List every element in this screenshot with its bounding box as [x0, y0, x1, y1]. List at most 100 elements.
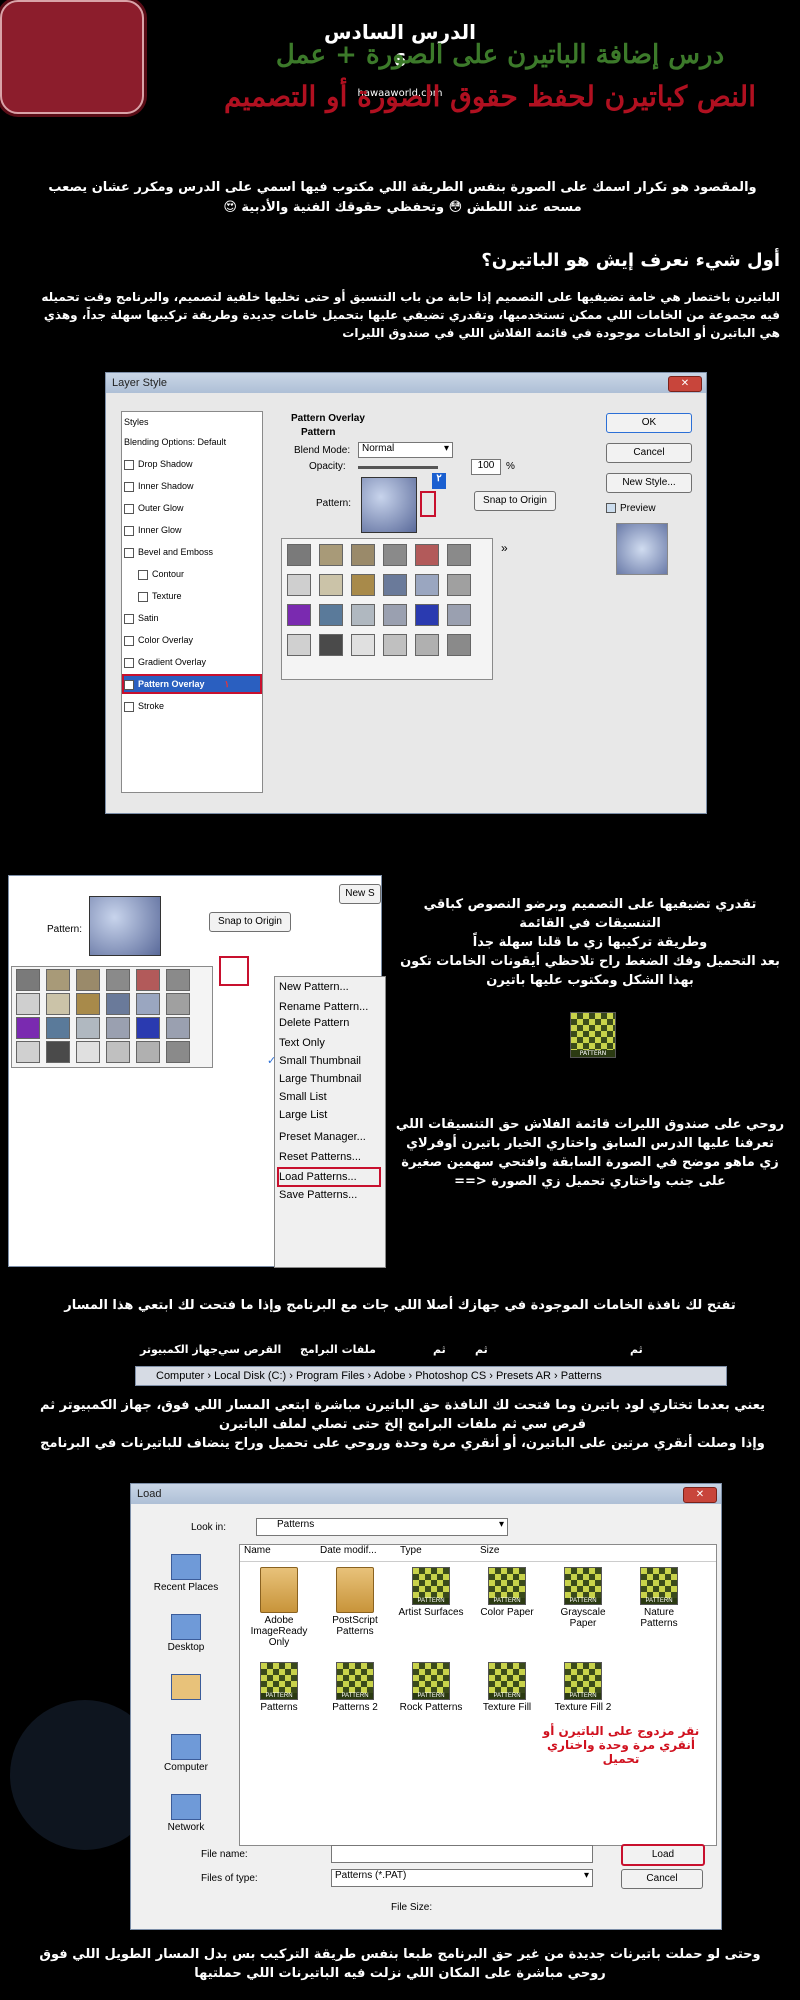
crop-pattern-preview[interactable] — [89, 896, 161, 956]
pattern-swatch[interactable] — [46, 993, 70, 1015]
pattern-swatch[interactable] — [351, 574, 375, 596]
style-inner-shadow[interactable]: Inner Shadow — [124, 478, 194, 494]
desktop[interactable]: Desktop — [146, 1614, 226, 1653]
pattern-swatch[interactable] — [415, 544, 439, 566]
file-item[interactable]: PATTERN Color Paper — [472, 1567, 542, 1618]
close-button[interactable]: ✕ — [668, 376, 702, 392]
path-segment[interactable]: Patterns — [561, 1370, 602, 1382]
pattern-swatch[interactable] — [166, 1017, 190, 1039]
file-item[interactable]: PATTERN Grayscale Paper — [548, 1567, 618, 1629]
blending-options[interactable]: Blending Options: Default — [124, 434, 226, 450]
snap-to-origin-button[interactable]: Snap to Origin — [474, 491, 556, 511]
file-item[interactable]: PATTERN Patterns — [244, 1662, 314, 1713]
crop-new-style-button[interactable]: New S — [339, 884, 381, 904]
new-style-button[interactable]: New Style... — [606, 473, 692, 493]
style-inner-glow[interactable]: Inner Glow — [124, 522, 182, 538]
menu-item[interactable]: Large List — [279, 1107, 327, 1123]
pattern-swatch[interactable] — [287, 604, 311, 626]
style-satin[interactable]: Satin — [124, 610, 159, 626]
pattern-swatch[interactable] — [319, 604, 343, 626]
menu-item[interactable]: Delete Pattern — [279, 1015, 349, 1031]
pattern-swatch[interactable] — [415, 604, 439, 626]
path-segment[interactable]: Presets AR — [496, 1370, 551, 1382]
path-segment[interactable]: Photoshop CS — [415, 1370, 486, 1382]
blend-select[interactable]: Normal ▾ — [358, 442, 453, 458]
pattern-swatch[interactable] — [46, 1017, 70, 1039]
close-button[interactable]: ✕ — [683, 1487, 717, 1503]
pattern-swatch[interactable] — [287, 574, 311, 596]
styles-header[interactable]: Styles — [124, 414, 149, 430]
pattern-swatch[interactable] — [136, 993, 160, 1015]
pattern-swatch[interactable] — [415, 634, 439, 656]
menu-item[interactable]: Text Only — [279, 1035, 325, 1051]
style-pattern-overlay[interactable]: Pattern Overlay ١ — [122, 674, 262, 694]
pattern-swatch[interactable] — [351, 634, 375, 656]
file-item[interactable]: Adobe ImageReady Only — [244, 1567, 314, 1648]
column-date[interactable]: Date modif... — [320, 1545, 377, 1556]
style-contour[interactable]: Contour — [138, 566, 184, 582]
pattern-swatch[interactable] — [383, 544, 407, 566]
style-outer-glow[interactable]: Outer Glow — [124, 500, 184, 516]
pattern-swatch[interactable] — [319, 544, 343, 566]
crop-more-button[interactable] — [219, 956, 249, 986]
pattern-swatch[interactable] — [383, 634, 407, 656]
pattern-swatch[interactable] — [16, 969, 40, 991]
pattern-swatch[interactable] — [287, 634, 311, 656]
pattern-swatch[interactable] — [76, 1017, 100, 1039]
path-segment[interactable]: Adobe — [374, 1370, 406, 1382]
preview-checkbox[interactable]: Preview — [606, 503, 656, 514]
address-bar[interactable]: Computer › Local Disk (C:) › Program Fil… — [135, 1366, 727, 1386]
pattern-swatch[interactable] — [106, 993, 130, 1015]
file-item[interactable]: PATTERN Artist Surfaces — [396, 1567, 466, 1618]
computer[interactable]: Computer — [146, 1734, 226, 1773]
pattern-swatch[interactable] — [319, 634, 343, 656]
menu-item[interactable]: Small List — [279, 1089, 327, 1105]
pattern-swatch[interactable] — [76, 1041, 100, 1063]
pattern-swatch[interactable] — [16, 993, 40, 1015]
path-segment[interactable]: Program Files — [296, 1370, 364, 1382]
style-color-overlay[interactable]: Color Overlay — [124, 632, 193, 648]
pattern-swatch[interactable] — [106, 969, 130, 991]
pattern-swatch[interactable] — [136, 969, 160, 991]
pattern-swatch[interactable] — [351, 604, 375, 626]
menu-item[interactable]: Rename Pattern... — [279, 999, 368, 1015]
pattern-swatch[interactable] — [447, 544, 471, 566]
path-segment[interactable]: Computer — [156, 1370, 204, 1382]
pattern-swatch[interactable] — [16, 1041, 40, 1063]
column-type[interactable]: Type — [400, 1545, 422, 1556]
file-item[interactable]: PATTERN Rock Patterns — [396, 1662, 466, 1713]
look-in-select[interactable]: Patterns ▾ — [256, 1518, 508, 1536]
cancel-button[interactable]: Cancel — [606, 443, 692, 463]
file-item[interactable]: PostScript Patterns — [320, 1567, 390, 1637]
pattern-swatch[interactable] — [76, 993, 100, 1015]
menu-item[interactable]: Reset Patterns... — [279, 1149, 361, 1165]
opacity-input[interactable]: 100 — [471, 459, 501, 475]
pattern-swatch[interactable] — [319, 574, 343, 596]
pattern-swatch[interactable] — [166, 969, 190, 991]
style-drop-shadow[interactable]: Drop Shadow — [124, 456, 193, 472]
column-name[interactable]: Name — [244, 1545, 271, 1556]
file-item[interactable]: PATTERN Patterns 2 — [320, 1662, 390, 1713]
pattern-swatch[interactable] — [447, 604, 471, 626]
file-type-select[interactable]: Patterns (*.PAT) ▾ — [331, 1869, 593, 1887]
pattern-swatch[interactable] — [447, 574, 471, 596]
more-options-button[interactable]: » — [501, 541, 508, 555]
menu-item[interactable]: Save Patterns... — [279, 1187, 357, 1203]
menu-item[interactable]: Load Patterns... — [277, 1167, 381, 1187]
pattern-preview[interactable] — [361, 477, 417, 533]
path-segment[interactable]: Local Disk (C:) — [214, 1370, 286, 1382]
style-stroke[interactable]: Stroke — [124, 698, 164, 714]
pattern-swatch[interactable] — [447, 634, 471, 656]
pattern-swatch[interactable] — [415, 574, 439, 596]
menu-item[interactable]: ✓ Small Thumbnail — [267, 1053, 361, 1069]
pattern-swatch[interactable] — [351, 544, 375, 566]
menu-item[interactable]: Preset Manager... — [279, 1129, 366, 1145]
menu-item[interactable]: New Pattern... — [279, 979, 349, 995]
pattern-swatch[interactable] — [106, 1017, 130, 1039]
network[interactable]: Network — [146, 1794, 226, 1833]
file-item[interactable]: PATTERN Texture Fill 2 — [548, 1662, 618, 1713]
cancel-button[interactable]: Cancel — [621, 1869, 703, 1889]
user-folder[interactable] — [146, 1674, 226, 1702]
pattern-swatch[interactable] — [136, 1017, 160, 1039]
file-item[interactable]: PATTERN Nature Patterns — [624, 1567, 694, 1629]
